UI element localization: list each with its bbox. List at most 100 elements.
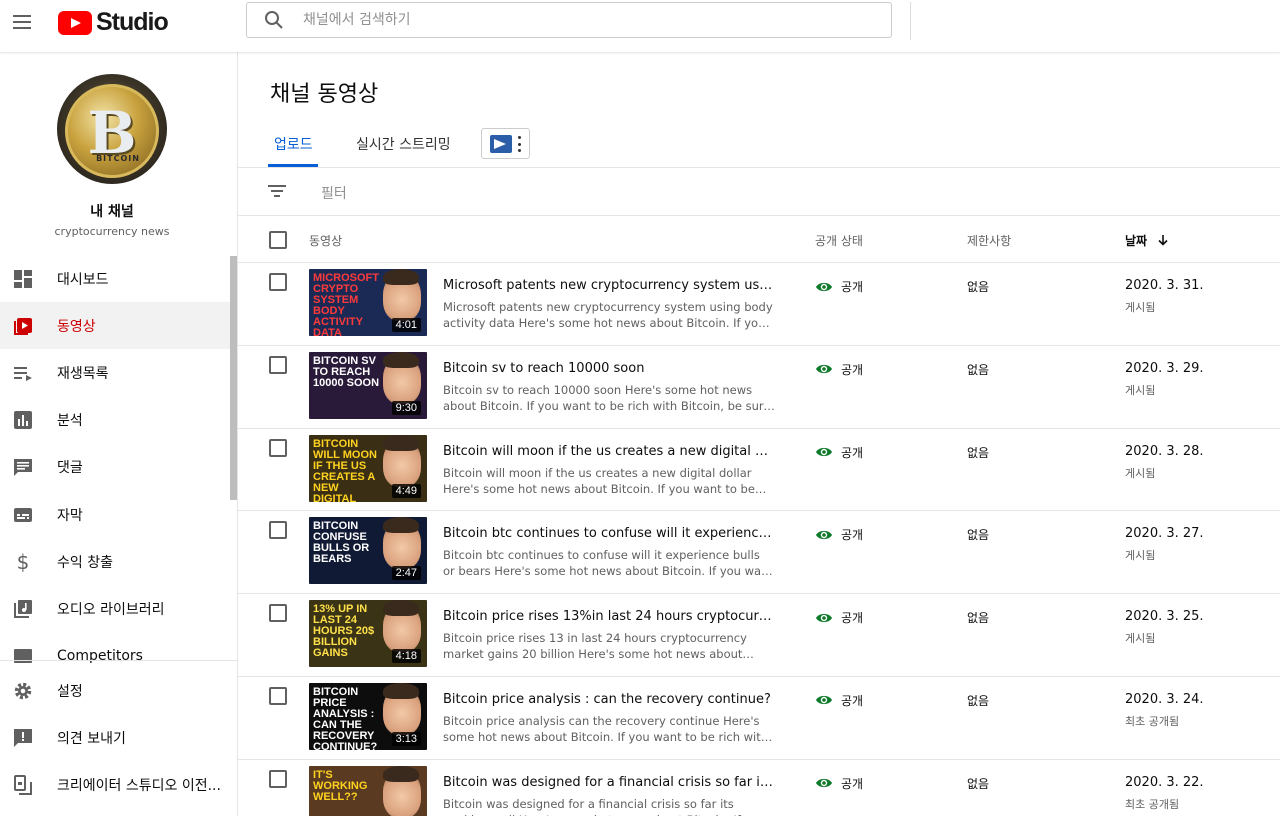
- video-thumbnail[interactable]: MICROSOFT CRYPTO SYSTEM BODY ACTIVITY DA…: [309, 269, 427, 336]
- dollar-icon: $: [16, 549, 30, 574]
- column-header-date[interactable]: 날짜: [1125, 232, 1169, 249]
- sidebar-scrollbar[interactable]: [230, 256, 237, 500]
- sidebar-item-label: 설정: [57, 683, 83, 700]
- video-title[interactable]: Bitcoin will moon if the us creates a ne…: [443, 444, 775, 459]
- table-row[interactable]: BITCOIN WILL MOON IF THE US CREATES A NE…: [238, 429, 1280, 512]
- thumbnail-text: BITCOIN CONFUSE BULLS OR BEARS: [313, 520, 370, 566]
- extension-button[interactable]: [481, 128, 530, 159]
- video-thumbnail[interactable]: BITCOIN SV TO REACH 10000 SOON 9:30: [309, 351, 427, 419]
- thumbnail-text: BITCOIN WILL MOON IF THE US CREATES A NE…: [313, 437, 377, 502]
- column-header-restrictions[interactable]: 제한사항: [967, 232, 1011, 249]
- sidebar-item-comments[interactable]: 댓글: [0, 444, 230, 491]
- restrictions-value: 없음: [967, 362, 990, 377]
- menu-icon[interactable]: [10, 10, 34, 34]
- visibility-label: 공개: [841, 445, 864, 460]
- video-description: Bitcoin was designed for a financial cri…: [443, 796, 766, 816]
- row-checkbox[interactable]: [269, 521, 287, 540]
- sidebar-item-label: 댓글: [57, 460, 83, 477]
- visibility-status[interactable]: 공개: [815, 361, 863, 378]
- sidebar-item-subtitles[interactable]: 자막: [0, 491, 230, 538]
- sidebar-item-label: 동영상: [57, 318, 96, 335]
- sidebar-item-label: 오디오 라이브러리: [57, 601, 165, 618]
- row-checkbox[interactable]: [269, 438, 287, 457]
- video-title[interactable]: Microsoft patents new cryptocurrency sys…: [443, 278, 775, 293]
- eye-icon: [816, 530, 832, 540]
- video-thumbnail[interactable]: IT'S WORKING WELL??: [309, 765, 427, 816]
- visibility-status[interactable]: 공개: [815, 692, 863, 709]
- column-header-video: 동영상: [309, 234, 343, 248]
- video-duration: 4:18: [391, 649, 421, 664]
- sidebar-item-playlists[interactable]: 재생목록: [0, 349, 230, 396]
- video-description: Microsoft patents new cryptocurrency sys…: [443, 300, 773, 330]
- sidebar-nav: 대시보드 동영상 재생목록 분석 댓글 자막 $ 수익 창출 오디오 라이브러리: [0, 255, 230, 680]
- filter-bar[interactable]: 필터: [238, 169, 1280, 216]
- video-thumbnail[interactable]: BITCOIN PRICE ANALYSIS : CAN THE RECOVER…: [309, 682, 427, 750]
- thumbnail-text: BITCOIN PRICE ANALYSIS : CAN THE RECOVER…: [313, 685, 378, 750]
- table-row[interactable]: IT'S WORKING WELL?? Bitcoin was designed …: [238, 760, 1280, 816]
- sidebar-item-monetization[interactable]: $ 수익 창출: [0, 538, 230, 585]
- gear-icon: [12, 680, 34, 702]
- visibility-status[interactable]: 공개: [815, 609, 863, 626]
- filter-icon[interactable]: [268, 183, 288, 199]
- sidebar-item-audio-library[interactable]: 오디오 라이브러리: [0, 585, 230, 632]
- thumbnail-text: 13% UP IN LAST 24 HOURS 20$ BILLION GAIN…: [313, 603, 375, 660]
- tab-live[interactable]: 실시간 스트리밍: [356, 134, 451, 154]
- thumbnail-text: BITCOIN SV TO REACH 10000 SOON: [313, 354, 380, 389]
- search-icon[interactable]: [259, 2, 299, 38]
- sidebar-item-classic-studio[interactable]: 크리에이터 스튜디오 이전...: [0, 761, 237, 808]
- sidebar-item-settings[interactable]: 설정: [0, 667, 237, 714]
- visibility-status[interactable]: 공개: [815, 444, 863, 461]
- video-thumbnail[interactable]: BITCOIN CONFUSE BULLS OR BEARS 2:47: [309, 517, 427, 585]
- publish-status: 게시됨: [1125, 549, 1156, 563]
- thumbnail-text: MICROSOFT CRYPTO SYSTEM BODY ACTIVITY DA…: [313, 272, 379, 337]
- video-title[interactable]: Bitcoin price analysis : can the recover…: [443, 692, 775, 707]
- table-row[interactable]: BITCOIN PRICE ANALYSIS : CAN THE RECOVER…: [238, 677, 1280, 760]
- publish-status: 게시됨: [1125, 383, 1156, 397]
- restrictions-value: 없음: [967, 280, 990, 294]
- eye-icon: [816, 282, 832, 291]
- eye-icon: [816, 613, 832, 622]
- publish-date: 2020. 3. 28.: [1125, 443, 1204, 459]
- dashboard-icon: [12, 268, 34, 290]
- search-box[interactable]: [246, 2, 892, 38]
- video-thumbnail[interactable]: 13% UP IN LAST 24 HOURS 20$ BILLION GAIN…: [309, 600, 427, 668]
- main-content: 채널 동영상 업로드 실시간 스트리밍 필터 동영상 공개 상태 제한사항 날짜…: [238, 52, 1280, 816]
- channel-avatar[interactable]: B BITCOIN: [57, 74, 167, 184]
- tab-uploads[interactable]: 업로드: [274, 134, 313, 154]
- sidebar-item-analytics[interactable]: 분석: [0, 397, 230, 444]
- sidebar-item-videos[interactable]: 동영상: [0, 302, 230, 350]
- row-checkbox[interactable]: [269, 273, 287, 291]
- more-options-icon[interactable]: [518, 136, 522, 152]
- table-row[interactable]: MICROSOFT CRYPTO SYSTEM BODY ACTIVITY DA…: [238, 263, 1280, 346]
- table-row[interactable]: BITCOIN CONFUSE BULLS OR BEARS 2:47 Bitcoi…: [238, 511, 1280, 595]
- sidebar-bottom-nav: 설정 의견 보내기 크리에이터 스튜디오 이전...: [0, 660, 237, 809]
- row-checkbox[interactable]: [269, 355, 287, 374]
- table-row[interactable]: BITCOIN SV TO REACH 10000 SOON 9:30 Bitcoi…: [238, 346, 1280, 429]
- search-input[interactable]: [303, 12, 863, 28]
- eye-icon: [816, 696, 832, 705]
- visibility-status[interactable]: 공개: [815, 526, 863, 543]
- visibility-status[interactable]: 공개: [815, 775, 863, 792]
- filter-input[interactable]: 필터: [321, 183, 347, 203]
- top-bar: Studio: [0, 0, 1280, 52]
- video-title[interactable]: Bitcoin was designed for a financial cri…: [443, 775, 775, 790]
- video-title[interactable]: Bitcoin price rises 13%in last 24 hours …: [443, 609, 775, 624]
- video-title[interactable]: Bitcoin btc continues to confuse will it…: [443, 526, 775, 541]
- row-checkbox[interactable]: [269, 604, 287, 623]
- row-checkbox[interactable]: [269, 686, 287, 705]
- studio-logo[interactable]: Studio: [58, 8, 169, 37]
- column-header-visibility[interactable]: 공개 상태: [815, 232, 863, 249]
- table-row[interactable]: 13% UP IN LAST 24 HOURS 20$ BILLION GAIN…: [238, 594, 1280, 677]
- sidebar-item-feedback[interactable]: 의견 보내기: [0, 714, 237, 761]
- publish-date: 2020. 3. 27.: [1125, 526, 1204, 542]
- sidebar-item-dashboard[interactable]: 대시보드: [0, 255, 230, 302]
- video-description: Bitcoin price rises 13 in last 24 hours …: [443, 631, 747, 662]
- select-all-checkbox[interactable]: [269, 231, 287, 249]
- channel-title: 내 채널: [90, 204, 134, 220]
- visibility-status[interactable]: 공개: [815, 278, 863, 295]
- restrictions-value: 없음: [967, 693, 990, 708]
- publish-status: 게시됨: [1125, 632, 1156, 646]
- video-thumbnail[interactable]: BITCOIN WILL MOON IF THE US CREATES A NE…: [309, 434, 427, 502]
- video-title[interactable]: Bitcoin sv to reach 10000 soon: [443, 361, 775, 376]
- row-checkbox[interactable]: [269, 769, 287, 788]
